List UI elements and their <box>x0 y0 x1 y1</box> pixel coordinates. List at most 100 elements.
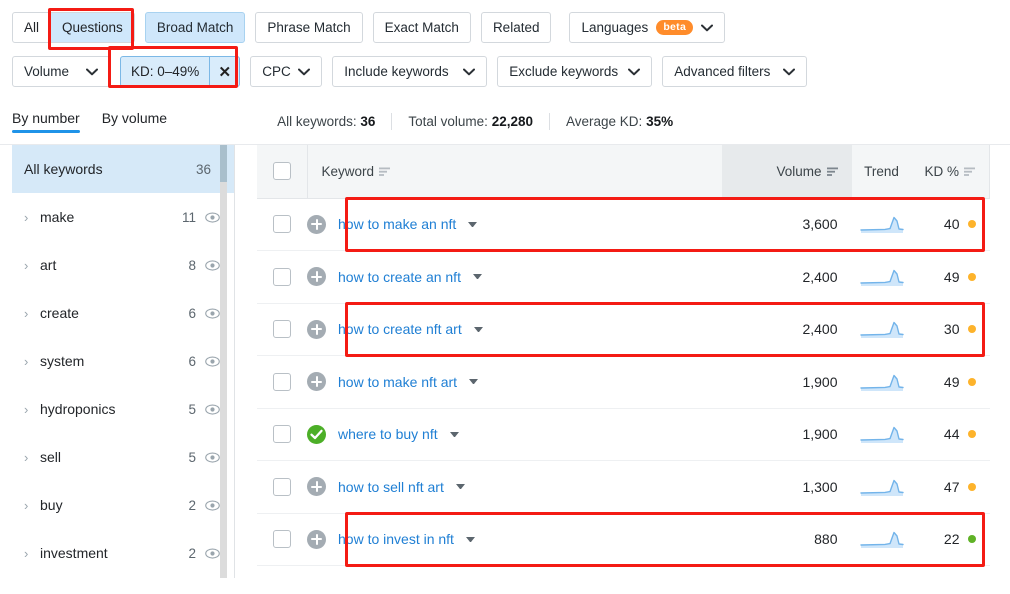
row-trend-cell <box>852 356 912 409</box>
table-row[interactable]: how to create an nft2,40049 <box>257 251 990 304</box>
keyword-link[interactable]: how to sell nft art <box>338 479 444 495</box>
row-checkbox[interactable] <box>273 215 291 233</box>
add-keyword-icon[interactable] <box>307 530 326 549</box>
keyword-link[interactable]: how to make an nft <box>338 216 456 232</box>
visibility-eye-icon[interactable] <box>205 354 220 369</box>
table-row[interactable]: how to invest in nft88022 <box>257 513 990 566</box>
tab-by-number[interactable]: By number <box>12 110 80 133</box>
header-keyword[interactable]: Keyword <box>307 145 722 198</box>
row-trend-cell <box>852 408 912 461</box>
chevron-right-icon[interactable]: › <box>24 498 40 513</box>
add-keyword-icon[interactable] <box>307 372 326 391</box>
keyword-dropdown-caret-icon[interactable] <box>474 327 483 332</box>
sidebar-item-system[interactable]: ›system6 <box>12 337 234 385</box>
chevron-right-icon[interactable]: › <box>24 258 40 273</box>
chevron-down-icon <box>298 68 310 76</box>
sidebar-item-label: sell <box>40 449 188 465</box>
chevron-right-icon[interactable]: › <box>24 450 40 465</box>
row-checkbox[interactable] <box>273 268 291 286</box>
chevron-right-icon[interactable]: › <box>24 306 40 321</box>
table-row[interactable]: how to make an nft3,60040 <box>257 198 990 251</box>
chevron-right-icon[interactable]: › <box>24 354 40 369</box>
chevron-right-icon[interactable]: › <box>24 546 40 561</box>
keyword-added-icon[interactable] <box>307 425 326 444</box>
row-checkbox[interactable] <box>273 478 291 496</box>
filter-languages[interactable]: Languages beta <box>569 12 725 43</box>
row-keyword-cell: how to make nft art <box>307 356 722 409</box>
add-keyword-icon[interactable] <box>307 477 326 496</box>
keyword-dropdown-caret-icon[interactable] <box>469 379 478 384</box>
segment-questions[interactable]: Questions <box>50 13 134 42</box>
keyword-link[interactable]: how to invest in nft <box>338 531 454 547</box>
visibility-eye-icon[interactable] <box>205 210 220 225</box>
sidebar-item-make[interactable]: ›make11 <box>12 193 234 241</box>
sidebar-item-hydroponics[interactable]: ›hydroponics5 <box>12 385 234 433</box>
keyword-link[interactable]: how to create an nft <box>338 269 461 285</box>
row-checkbox[interactable] <box>273 425 291 443</box>
visibility-eye-icon[interactable] <box>205 402 220 417</box>
table-row[interactable]: how to make nft art1,90049 <box>257 356 990 409</box>
tab-by-volume[interactable]: By volume <box>102 110 167 133</box>
visibility-eye-icon[interactable] <box>205 450 220 465</box>
visibility-eye-icon[interactable] <box>205 306 220 321</box>
chevron-right-icon[interactable]: › <box>24 210 40 225</box>
filter-exact-match[interactable]: Exact Match <box>373 12 471 43</box>
filter-kd-label[interactable]: KD: 0–49% <box>121 57 209 86</box>
sidebar-item-create[interactable]: ›create6 <box>12 289 234 337</box>
add-keyword-icon[interactable] <box>307 267 326 286</box>
segment-all[interactable]: All <box>13 13 50 42</box>
filter-kd-active[interactable]: KD: 0–49% ✕ <box>120 56 240 87</box>
row-kd-value: 47 <box>944 479 960 495</box>
header-trend: Trend <box>852 145 912 198</box>
select-all-checkbox[interactable] <box>273 162 291 180</box>
header-kd[interactable]: KD % <box>912 145 990 198</box>
filter-row-secondary: Volume KD: 0–49% ✕ CPC Include keywords … <box>12 54 998 89</box>
sort-icon-active[interactable] <box>827 167 838 176</box>
keyword-dropdown-caret-icon[interactable] <box>468 222 477 227</box>
filter-cpc[interactable]: CPC <box>250 56 322 87</box>
filter-exclude-keywords[interactable]: Exclude keywords <box>497 56 652 87</box>
row-checkbox[interactable] <box>273 320 291 338</box>
filter-related[interactable]: Related <box>481 12 552 43</box>
table-row[interactable]: how to create nft art2,40030 <box>257 303 990 356</box>
keyword-dropdown-caret-icon[interactable] <box>466 537 475 542</box>
sidebar-scrollbar-thumb[interactable] <box>220 145 227 182</box>
chevron-right-icon[interactable]: › <box>24 402 40 417</box>
filter-kd-remove-icon[interactable]: ✕ <box>209 57 239 86</box>
keyword-type-segmented-control[interactable]: All Questions <box>12 12 135 43</box>
filter-advanced-filters[interactable]: Advanced filters <box>662 56 807 87</box>
add-keyword-icon[interactable] <box>307 215 326 234</box>
filter-broad-match[interactable]: Broad Match <box>145 12 246 43</box>
row-checkbox[interactable] <box>273 530 291 548</box>
row-kd-value: 22 <box>944 531 960 547</box>
keyword-link[interactable]: how to create nft art <box>338 321 462 337</box>
sidebar-item-sell[interactable]: ›sell5 <box>12 433 234 481</box>
visibility-eye-icon[interactable] <box>205 546 220 561</box>
header-volume[interactable]: Volume <box>722 145 852 198</box>
sort-icon[interactable] <box>379 167 390 176</box>
sidebar-item-all-keywords[interactable]: All keywords 36 <box>12 145 234 193</box>
add-keyword-icon[interactable] <box>307 320 326 339</box>
visibility-eye-icon[interactable] <box>205 498 220 513</box>
keyword-link[interactable]: how to make nft art <box>338 374 457 390</box>
row-checkbox[interactable] <box>273 373 291 391</box>
filter-volume[interactable]: Volume <box>12 56 110 87</box>
filter-phrase-match[interactable]: Phrase Match <box>255 12 362 43</box>
sidebar-scrollbar[interactable] <box>220 145 227 578</box>
sort-icon[interactable] <box>964 167 975 176</box>
sidebar-item-art[interactable]: ›art8 <box>12 241 234 289</box>
table-row[interactable]: how to sell nft art1,30047 <box>257 461 990 514</box>
keyword-link[interactable]: where to buy nft <box>338 426 438 442</box>
filter-include-keywords[interactable]: Include keywords <box>332 56 487 87</box>
keyword-dropdown-caret-icon[interactable] <box>473 274 482 279</box>
sidebar-item-label: art <box>40 257 188 273</box>
table-row[interactable]: where to buy nft1,90044 <box>257 408 990 461</box>
sidebar-item-investment[interactable]: ›investment2 <box>12 529 234 577</box>
keyword-dropdown-caret-icon[interactable] <box>456 484 465 489</box>
keyword-dropdown-caret-icon[interactable] <box>450 432 459 437</box>
table-header-row: Keyword Volume <box>257 145 990 198</box>
sidebar-item-buy[interactable]: ›buy2 <box>12 481 234 529</box>
visibility-eye-icon[interactable] <box>205 258 220 273</box>
row-kd-cell: 30 <box>912 303 990 356</box>
header-select-all <box>257 145 307 198</box>
